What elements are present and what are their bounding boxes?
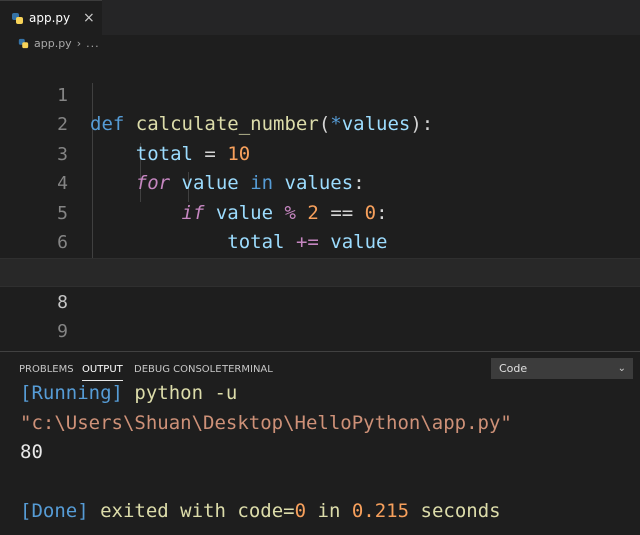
output-line-result: 80 bbox=[20, 441, 43, 463]
code-line-10[interactable]: 10 bbox=[0, 317, 640, 371]
output-line-path: "c:\Users\Shuan\Desktop\HelloPython\app.… bbox=[20, 412, 512, 434]
tab-app-py[interactable]: app.py × bbox=[0, 0, 102, 35]
code-editor[interactable]: 1 def calculate_number(*values): 2 total… bbox=[0, 51, 640, 372]
code-line-8-current[interactable]: 8 bbox=[0, 257, 640, 313]
seconds-text: seconds bbox=[420, 500, 501, 522]
output-channel-select[interactable]: Code ⌄ bbox=[491, 358, 633, 379]
elapsed-value: 0.215 bbox=[351, 500, 410, 522]
tab-problems[interactable]: PROBLEMS bbox=[19, 364, 74, 375]
close-tab-icon[interactable]: × bbox=[83, 10, 95, 26]
python-file-icon bbox=[12, 12, 23, 24]
tab-terminal[interactable]: TERMINAL bbox=[222, 364, 273, 375]
exit-code-value: 0 bbox=[294, 500, 307, 522]
code-line-9[interactable]: 9 calculate_number(10, 20, 35, 40) bbox=[0, 287, 640, 372]
tab-debug-console[interactable]: DEBUG CONSOLE bbox=[134, 364, 222, 375]
chevron-down-icon: ⌄ bbox=[617, 363, 626, 374]
run-command: python -u bbox=[134, 382, 238, 404]
exit-code-label: code= bbox=[237, 500, 295, 522]
editor-tab-bar: app.py × bbox=[0, 0, 640, 35]
breadcrumb-more[interactable]: ... bbox=[86, 37, 100, 50]
python-file-icon bbox=[18, 38, 29, 49]
code-line-1[interactable]: 1 def calculate_number(*values): bbox=[0, 51, 640, 136]
script-path: "c:\Users\Shuan\Desktop\HelloPython\app.… bbox=[20, 412, 512, 434]
output-channel-value: Code bbox=[499, 362, 528, 375]
output-line-running: [Running] python -u bbox=[20, 382, 237, 404]
code-line-7[interactable]: 7 bbox=[0, 228, 640, 283]
running-label: [Running] bbox=[20, 382, 123, 404]
breadcrumb: app.py › ... bbox=[0, 35, 640, 52]
code-line-3[interactable]: 3 for value in values: bbox=[0, 110, 640, 195]
exited-with-text: exited with bbox=[100, 500, 226, 522]
in-text: in bbox=[317, 500, 341, 522]
code-line-5[interactable]: 5 total += value bbox=[0, 169, 640, 254]
breadcrumb-file[interactable]: app.py bbox=[34, 37, 72, 50]
code-line-6[interactable]: 6 print(total) bbox=[0, 199, 640, 283]
output-line-done: [Done] exited with code=0 in 0.215 secon… bbox=[20, 500, 501, 522]
code-line-4[interactable]: 4 if value % 2 == 0: bbox=[0, 140, 640, 224]
done-label: [Done] bbox=[20, 500, 89, 522]
program-output: 80 bbox=[20, 441, 43, 463]
chevron-right-icon: › bbox=[76, 37, 82, 50]
code-line-2[interactable]: 2 total = 10 bbox=[0, 81, 640, 165]
tab-output[interactable]: OUTPUT bbox=[82, 364, 123, 381]
tab-label: app.py bbox=[29, 11, 71, 25]
bottom-panel: PROBLEMS OUTPUT DEBUG CONSOLE TERMINAL C… bbox=[0, 351, 640, 535]
